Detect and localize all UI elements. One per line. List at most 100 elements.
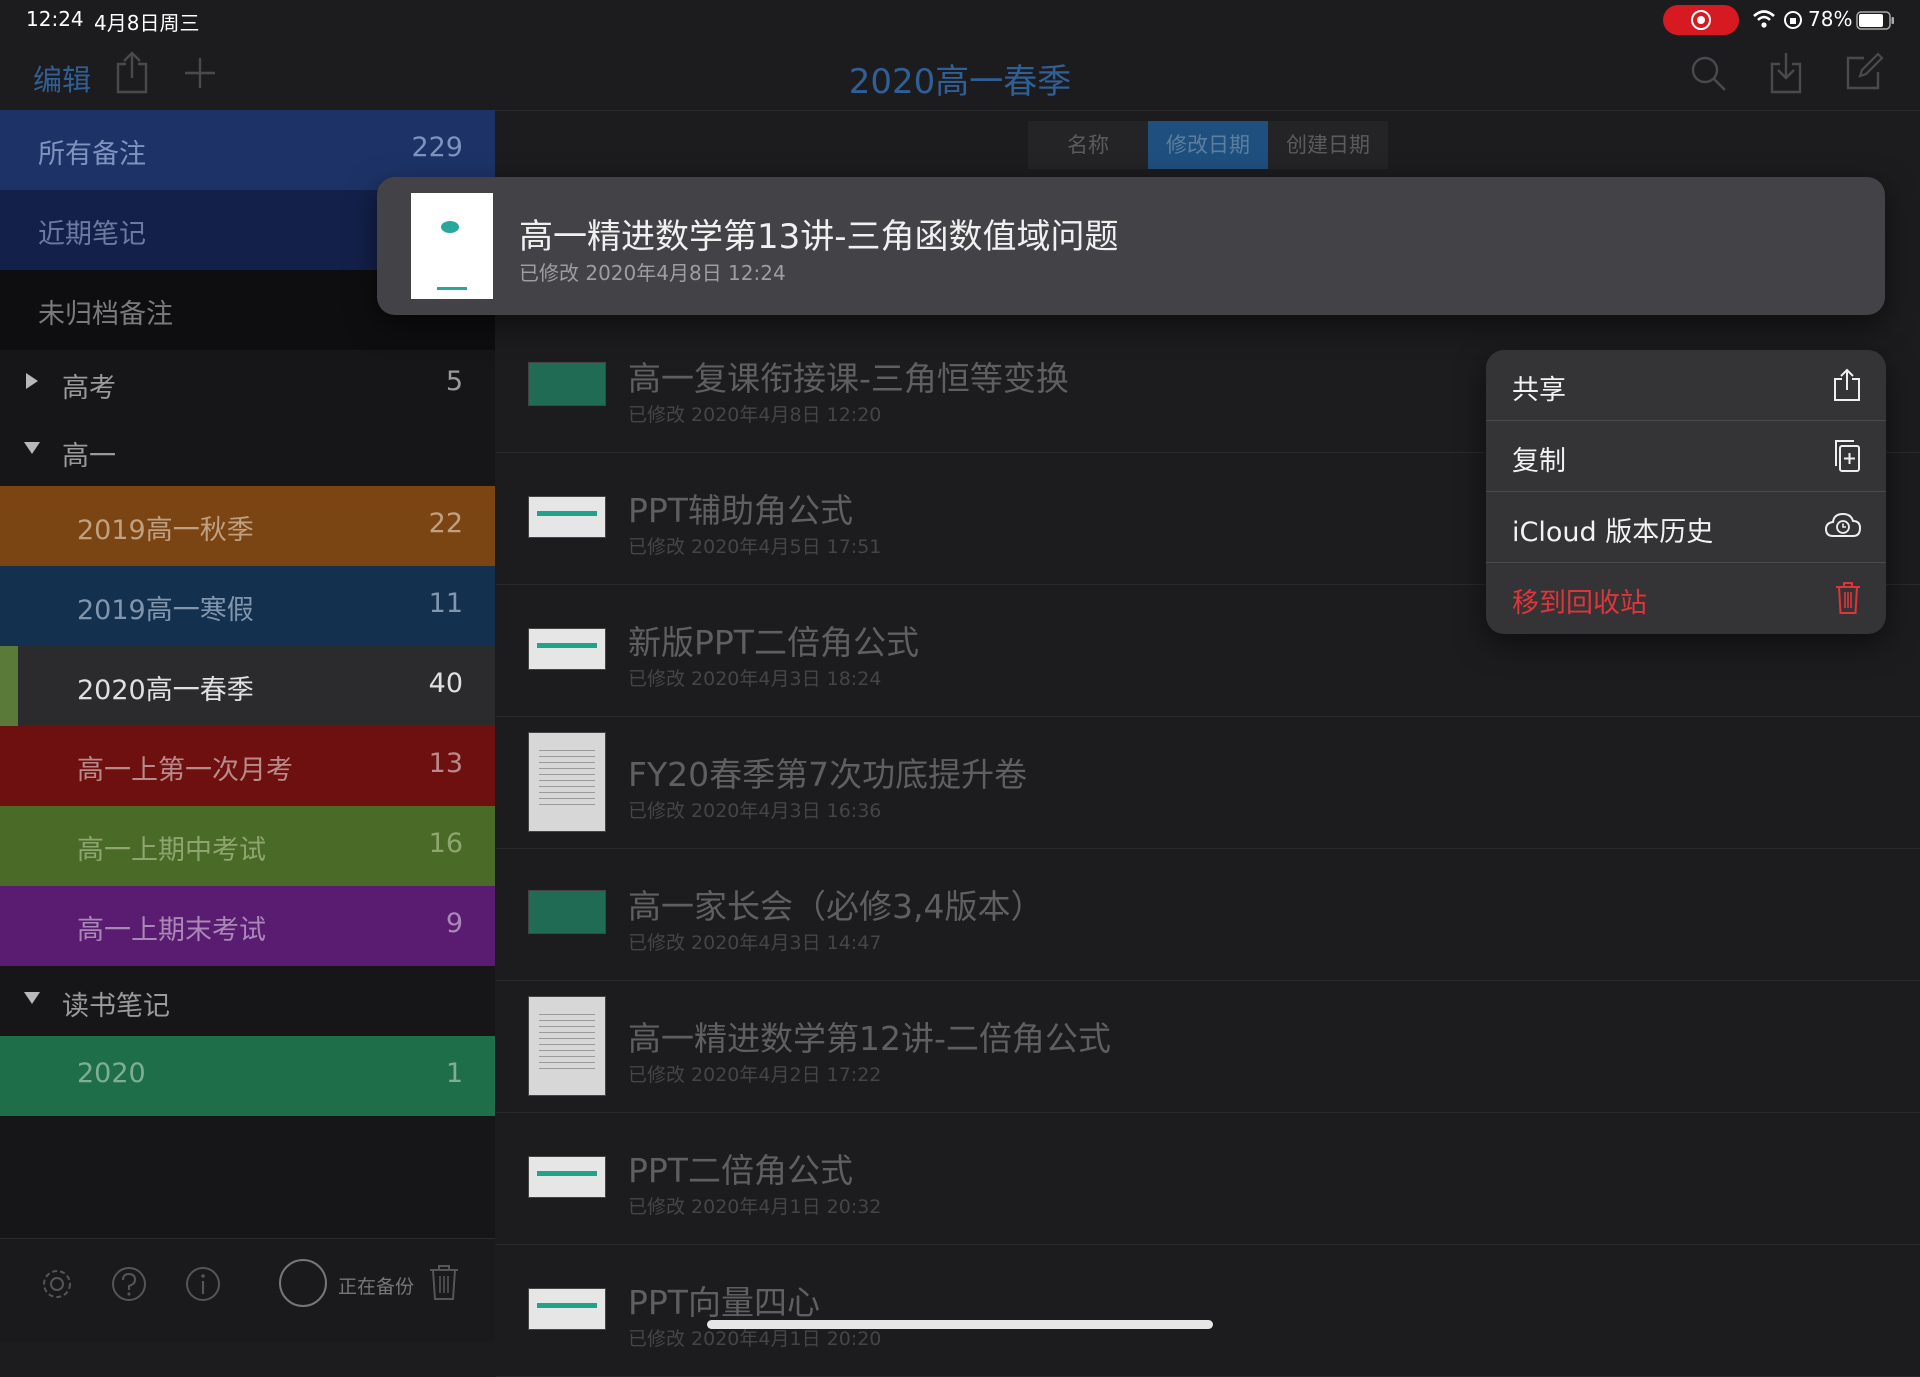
menu-item-duplicate[interactable]: 复制	[1486, 421, 1886, 492]
note-title: FY20春季第7次功底提升卷	[628, 755, 1028, 794]
sidebar-group-reading-notes[interactable]: 读书笔记	[0, 966, 495, 1036]
sidebar-item-label: 2019高一秋季	[77, 515, 254, 546]
note-thumbnail	[528, 890, 606, 934]
note-modified-date: 已修改 2020年4月3日 18:24	[628, 668, 882, 690]
sidebar-item-count: 9	[445, 908, 463, 939]
preview-note-modified-date: 已修改 2020年4月8日 12:24	[519, 261, 786, 285]
sidebar-group-gaokao[interactable]: 高考 5	[0, 350, 495, 416]
chevron-right-icon[interactable]	[26, 373, 38, 389]
note-row[interactable]: FY20春季第7次功底提升卷 已修改 2020年4月3日 16:36	[496, 716, 1920, 849]
note-preview-thumbnail	[411, 193, 493, 299]
note-title: PPT辅助角公式	[628, 491, 853, 530]
sidebar-item-label: 读书笔记	[62, 991, 170, 1022]
sidebar-item-count: 16	[428, 828, 463, 859]
sort-by-modified-button[interactable]: 修改日期	[1148, 121, 1268, 169]
note-thumbnail	[528, 1156, 606, 1198]
sidebar-item-count: 5	[445, 366, 463, 397]
orientation-lock-icon	[1782, 9, 1804, 31]
home-indicator[interactable]	[707, 1320, 1213, 1329]
note-row[interactable]: 高一精进数学第12讲-二倍角公式 已修改 2020年4月2日 17:22	[496, 980, 1920, 1113]
sidebar-item-label: 高一	[62, 441, 116, 472]
import-icon[interactable]	[1768, 50, 1804, 94]
compose-icon[interactable]	[1844, 52, 1884, 92]
menu-item-label: iCloud 版本历史	[1512, 517, 1714, 548]
sidebar-group-gaoyi[interactable]: 高一	[0, 416, 495, 486]
sidebar-item-midterm-exam[interactable]: 高一上期中考试 16	[0, 806, 495, 886]
note-modified-date: 已修改 2020年4月3日 14:47	[628, 932, 882, 954]
backup-status: 正在备份	[338, 1276, 415, 1298]
sidebar-item-count: 1	[445, 1058, 463, 1089]
record-icon	[1691, 10, 1711, 30]
sidebar-item-2019-autumn[interactable]: 2019高一秋季 22	[0, 486, 495, 566]
status-bar: 12:24 4月8日周三 78%	[0, 0, 1920, 40]
sidebar-item-count: 229	[411, 132, 463, 163]
gear-icon[interactable]	[38, 1265, 76, 1303]
sort-segmented-control: 名称 修改日期 创建日期	[1028, 121, 1388, 169]
note-row[interactable]: 高一家长会（必修3,4版本） 已修改 2020年4月3日 14:47	[496, 848, 1920, 981]
menu-item-move-to-trash[interactable]: 移到回收站	[1486, 563, 1886, 633]
trash-icon	[1834, 581, 1862, 615]
note-thumbnail	[528, 1288, 606, 1330]
note-title: 高一复课衔接课-三角恒等变换	[628, 359, 1069, 398]
note-title: PPT二倍角公式	[628, 1151, 853, 1190]
status-date: 4月8日周三	[94, 11, 200, 35]
preview-note-title: 高一精进数学第13讲-三角函数值域问题	[519, 217, 1119, 257]
sidebar-item-count: 13	[428, 748, 463, 779]
note-thumbnail	[528, 628, 606, 670]
note-thumbnail	[528, 996, 606, 1096]
sidebar-footer: 正在备份	[0, 1238, 495, 1343]
note-row[interactable]: PPT二倍角公式 已修改 2020年4月1日 20:32	[496, 1112, 1920, 1245]
note-preview-card[interactable]: 高一精进数学第13讲-三角函数值域问题 已修改 2020年4月8日 12:24	[377, 177, 1885, 315]
sort-by-name-button[interactable]: 名称	[1028, 121, 1148, 169]
trash-icon[interactable]	[428, 1263, 460, 1301]
help-icon[interactable]	[110, 1265, 148, 1303]
menu-item-label: 复制	[1512, 446, 1566, 477]
edit-button[interactable]: 编辑	[33, 57, 91, 99]
sidebar-item-label: 近期笔记	[38, 219, 146, 250]
sidebar-item-final-exam[interactable]: 高一上期末考试 9	[0, 886, 495, 966]
share-icon[interactable]	[114, 50, 150, 94]
battery-icon	[1856, 11, 1896, 31]
note-title: 高一家长会（必修3,4版本）	[628, 887, 1044, 926]
sidebar-item-label: 2020高一春季	[77, 675, 254, 706]
note-row[interactable]: PPT向量四心 已修改 2020年4月1日 20:20	[496, 1244, 1920, 1377]
sidebar-item-label: 未归档备注	[38, 299, 173, 330]
sidebar-item-label: 2020	[77, 1058, 146, 1089]
note-modified-date: 已修改 2020年4月5日 17:51	[628, 536, 882, 558]
add-icon[interactable]	[183, 56, 217, 90]
search-icon[interactable]	[1690, 55, 1728, 93]
wifi-icon	[1752, 9, 1776, 29]
note-modified-date: 已修改 2020年4月8日 12:20	[628, 404, 882, 426]
battery-percent: 78%	[1808, 7, 1853, 31]
backup-progress-icon	[279, 1259, 327, 1307]
sidebar-item-label: 2019高一寒假	[77, 595, 254, 626]
duplicate-icon	[1832, 439, 1862, 473]
menu-item-share[interactable]: 共享	[1486, 350, 1886, 421]
navigation-bar: 编辑 2020高一春季	[0, 40, 1920, 111]
chevron-down-icon[interactable]	[24, 992, 40, 1004]
sidebar-item-label: 高一上期末考试	[77, 915, 266, 946]
note-modified-date: 已修改 2020年4月1日 20:32	[628, 1196, 882, 1218]
icloud-history-icon	[1824, 510, 1862, 540]
sidebar-item-2019-winter[interactable]: 2019高一寒假 11	[0, 566, 495, 646]
sidebar-item-count: 40	[428, 668, 463, 699]
note-thumbnail	[528, 362, 606, 406]
sidebar-item-2020-spring[interactable]: 2020高一春季 40	[0, 646, 495, 726]
note-modified-date: 已修改 2020年4月2日 17:22	[628, 1064, 882, 1086]
sort-by-created-button[interactable]: 创建日期	[1268, 121, 1388, 169]
sidebar-item-label: 高一上期中考试	[77, 835, 266, 866]
sidebar-item-count: 11	[428, 588, 463, 619]
info-icon[interactable]	[184, 1265, 222, 1303]
screen-recording-indicator[interactable]	[1663, 5, 1739, 35]
note-title: PPT向量四心	[628, 1283, 820, 1322]
chevron-down-icon[interactable]	[24, 442, 40, 454]
sidebar-item-label: 所有备注	[38, 139, 146, 170]
menu-item-label: 共享	[1512, 375, 1566, 406]
note-title: 高一精进数学第12讲-二倍角公式	[628, 1019, 1111, 1058]
status-time: 12:24	[26, 7, 84, 31]
note-modified-date: 已修改 2020年4月3日 16:36	[628, 800, 882, 822]
sidebar-item-2020[interactable]: 2020 1	[0, 1036, 495, 1116]
sidebar-item-count: 22	[428, 508, 463, 539]
sidebar-item-first-monthly-exam[interactable]: 高一上第一次月考 13	[0, 726, 495, 806]
menu-item-icloud-history[interactable]: iCloud 版本历史	[1486, 492, 1886, 563]
